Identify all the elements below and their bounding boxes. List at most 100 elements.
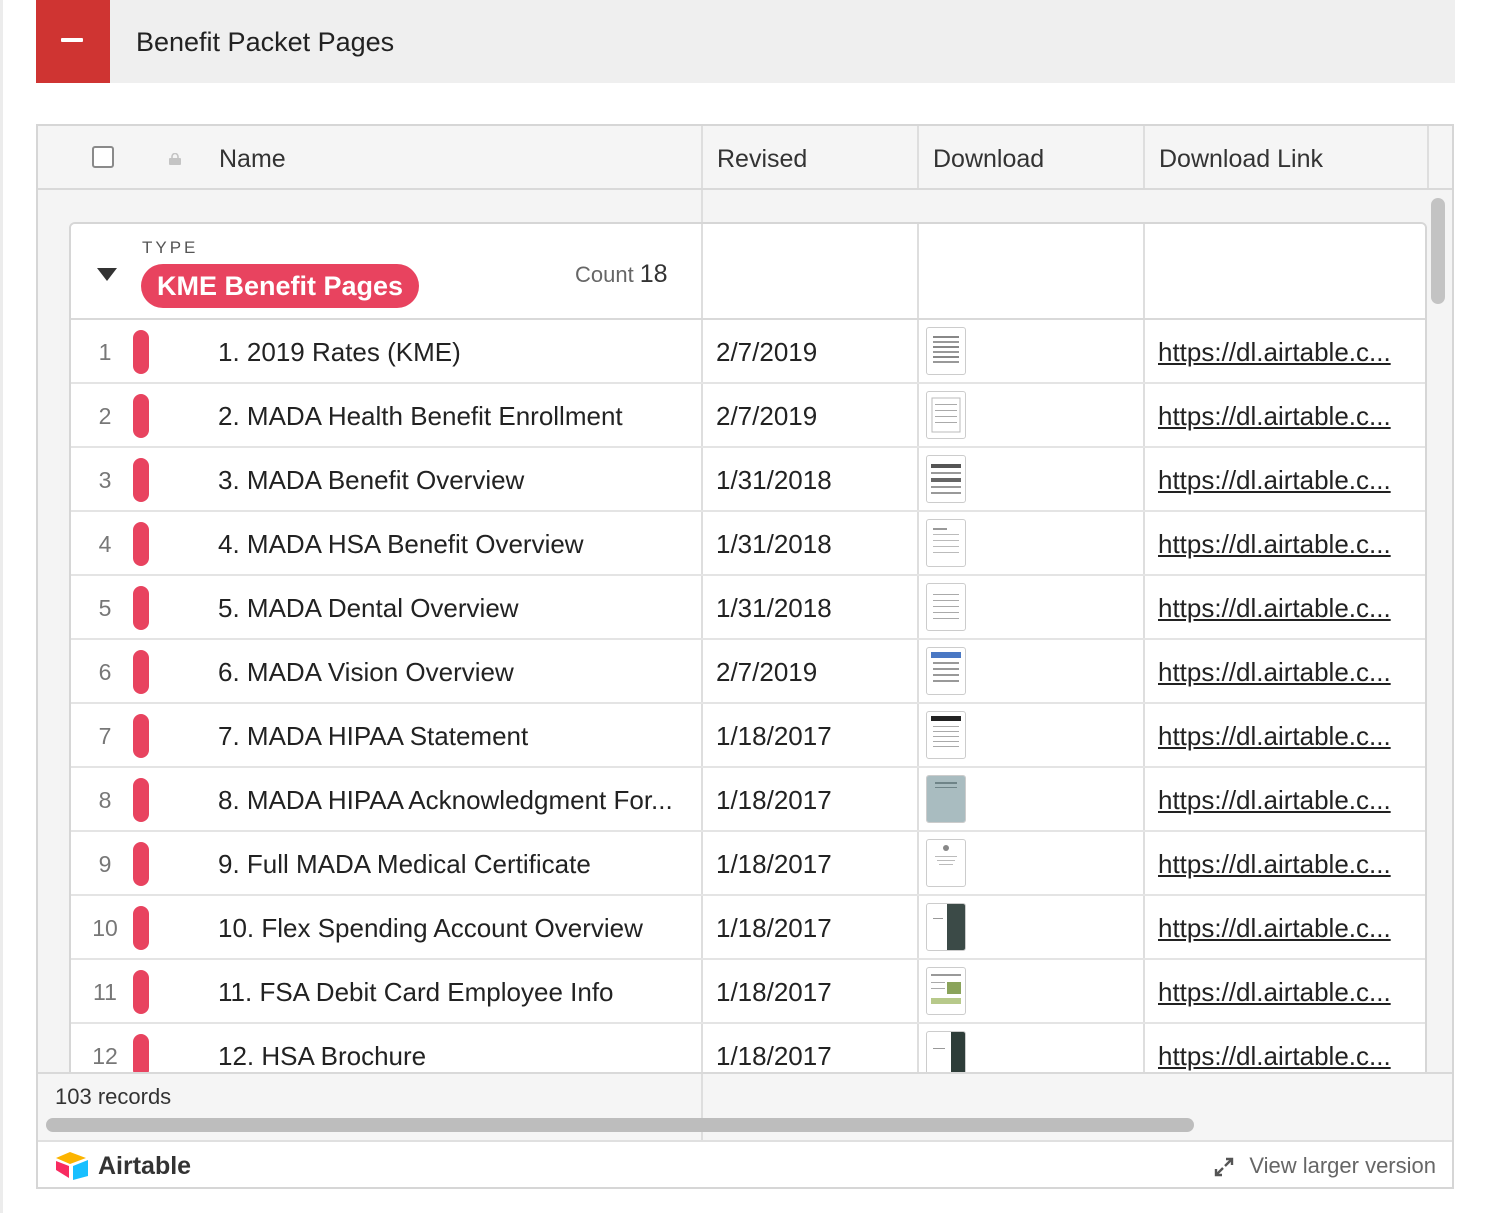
column-divider (701, 320, 703, 382)
count-value: 18 (639, 260, 668, 288)
row-number: 8 (98, 787, 112, 813)
revised-date: 1/31/2018 (716, 529, 832, 559)
table-row[interactable]: 3 3. MADA Benefit Overview 1/31/2018 htt… (71, 448, 1425, 512)
expand-icon[interactable] (1214, 1157, 1234, 1177)
table-row[interactable]: 11 11. FSA Debit Card Employee Info 1/18… (71, 960, 1425, 1024)
column-divider (917, 960, 919, 1022)
attachment-thumbnail[interactable] (926, 967, 966, 1015)
download-link[interactable]: https://dl.airtable.c... (1158, 768, 1391, 832)
column-divider (701, 384, 703, 446)
attachment-thumbnail[interactable] (926, 839, 966, 887)
record-name[interactable]: 1. 2019 Rates (KME) (218, 320, 698, 384)
column-divider (701, 448, 703, 510)
download-link[interactable]: https://dl.airtable.c... (1158, 704, 1391, 768)
airtable-embed: Name Revised Download Download Link TYPE… (36, 124, 1454, 1189)
table-header: Name Revised Download Download Link (38, 126, 1452, 190)
row-number: 9 (98, 851, 112, 877)
attachment-thumbnail[interactable] (926, 647, 966, 695)
record-name[interactable]: 10. Flex Spending Account Overview (218, 896, 698, 960)
record-name[interactable]: 5. MADA Dental Overview (218, 576, 698, 640)
view-larger-link[interactable]: View larger version (1249, 1153, 1436, 1179)
row-number: 11 (93, 979, 117, 1005)
row-color-bar (133, 458, 149, 502)
column-header-name[interactable]: Name (219, 126, 286, 188)
column-divider (1143, 320, 1145, 382)
attachment-thumbnail[interactable] (926, 583, 966, 631)
attachment-thumbnail[interactable] (926, 455, 966, 503)
column-divider (1143, 126, 1145, 188)
download-link[interactable]: https://dl.airtable.c... (1158, 448, 1391, 512)
horizontal-scrollbar[interactable] (46, 1118, 1194, 1132)
row-color-bar (133, 970, 149, 1014)
table-row[interactable]: 10 10. Flex Spending Account Overview 1/… (71, 896, 1425, 960)
table-row[interactable]: 7 7. MADA HIPAA Statement 1/18/2017 http… (71, 704, 1425, 768)
download-link[interactable]: https://dl.airtable.c... (1158, 896, 1391, 960)
attachment-thumbnail[interactable] (926, 903, 966, 951)
record-name[interactable]: 7. MADA HIPAA Statement (218, 704, 698, 768)
record-name[interactable]: 8. MADA HIPAA Acknowledgment For... (218, 768, 698, 832)
brand-name[interactable]: Airtable (98, 1152, 191, 1181)
column-divider (1143, 224, 1145, 318)
group-count: Count 18 (575, 260, 668, 289)
attachment-thumbnail[interactable] (926, 519, 966, 567)
table-row[interactable]: 2 2. MADA Health Benefit Enrollment 2/7/… (71, 384, 1425, 448)
table-row[interactable]: 4 4. MADA HSA Benefit Overview 1/31/2018… (71, 512, 1425, 576)
record-name[interactable]: 9. Full MADA Medical Certificate (218, 832, 698, 896)
download-link[interactable]: https://dl.airtable.c... (1158, 576, 1391, 640)
table-row[interactable]: 1 1. 2019 Rates (KME) 2/7/2019 https://d… (71, 320, 1425, 384)
attachment-thumbnail[interactable] (926, 327, 966, 375)
row-color-bar (133, 586, 149, 630)
attachment-thumbnail[interactable] (926, 775, 966, 823)
column-divider (917, 224, 919, 318)
column-divider (701, 576, 703, 638)
column-divider (701, 224, 703, 318)
record-name[interactable]: 11. FSA Debit Card Employee Info (218, 960, 698, 1024)
download-link[interactable]: https://dl.airtable.c... (1158, 960, 1391, 1024)
revised-date: 1/18/2017 (716, 721, 832, 751)
embed-footer: Airtable View larger version (38, 1140, 1452, 1187)
download-link[interactable]: https://dl.airtable.c... (1158, 832, 1391, 896)
record-name[interactable]: 3. MADA Benefit Overview (218, 448, 698, 512)
collapse-button[interactable] (36, 0, 110, 83)
record-name[interactable]: 4. MADA HSA Benefit Overview (218, 512, 698, 576)
column-divider (701, 640, 703, 702)
airtable-logo-icon[interactable] (54, 1150, 90, 1180)
accordion-header[interactable]: Benefit Packet Pages (36, 0, 1455, 83)
download-link[interactable]: https://dl.airtable.c... (1158, 384, 1391, 448)
vertical-scrollbar[interactable] (1431, 198, 1445, 304)
column-header-download-link[interactable]: Download Link (1159, 126, 1323, 188)
table-row[interactable]: 5 5. MADA Dental Overview 1/31/2018 http… (71, 576, 1425, 640)
row-number: 6 (98, 659, 112, 685)
column-divider (917, 448, 919, 510)
download-link[interactable]: https://dl.airtable.c... (1158, 640, 1391, 704)
column-divider (917, 640, 919, 702)
record-name[interactable]: 6. MADA Vision Overview (218, 640, 698, 704)
column-header-revised[interactable]: Revised (717, 126, 807, 188)
row-color-bar (133, 842, 149, 886)
column-divider (1143, 704, 1145, 766)
column-divider (1143, 768, 1145, 830)
column-divider (1143, 576, 1145, 638)
record-name[interactable]: 2. MADA Health Benefit Enrollment (218, 384, 698, 448)
count-label: Count (575, 262, 634, 287)
download-link[interactable]: https://dl.airtable.c... (1158, 512, 1391, 576)
row-number: 1 (98, 339, 112, 365)
attachment-thumbnail[interactable] (926, 711, 966, 759)
select-all-checkbox[interactable] (92, 146, 114, 168)
group-header[interactable]: TYPE KME Benefit Pages Count 18 (71, 224, 1425, 320)
table-row[interactable]: 6 6. MADA Vision Overview 2/7/2019 https… (71, 640, 1425, 704)
column-divider (701, 768, 703, 830)
collapse-group-icon[interactable] (97, 268, 117, 281)
lock-icon (169, 153, 181, 165)
column-header-download[interactable]: Download (933, 126, 1044, 188)
row-color-bar (133, 778, 149, 822)
row-color-bar (133, 330, 149, 374)
column-divider (1427, 126, 1429, 188)
column-divider (917, 704, 919, 766)
download-link[interactable]: https://dl.airtable.c... (1158, 320, 1391, 384)
row-color-bar (133, 522, 149, 566)
page-left-rule (0, 0, 3, 1213)
table-row[interactable]: 9 9. Full MADA Medical Certificate 1/18/… (71, 832, 1425, 896)
attachment-thumbnail[interactable] (926, 391, 966, 439)
table-row[interactable]: 8 8. MADA HIPAA Acknowledgment For... 1/… (71, 768, 1425, 832)
